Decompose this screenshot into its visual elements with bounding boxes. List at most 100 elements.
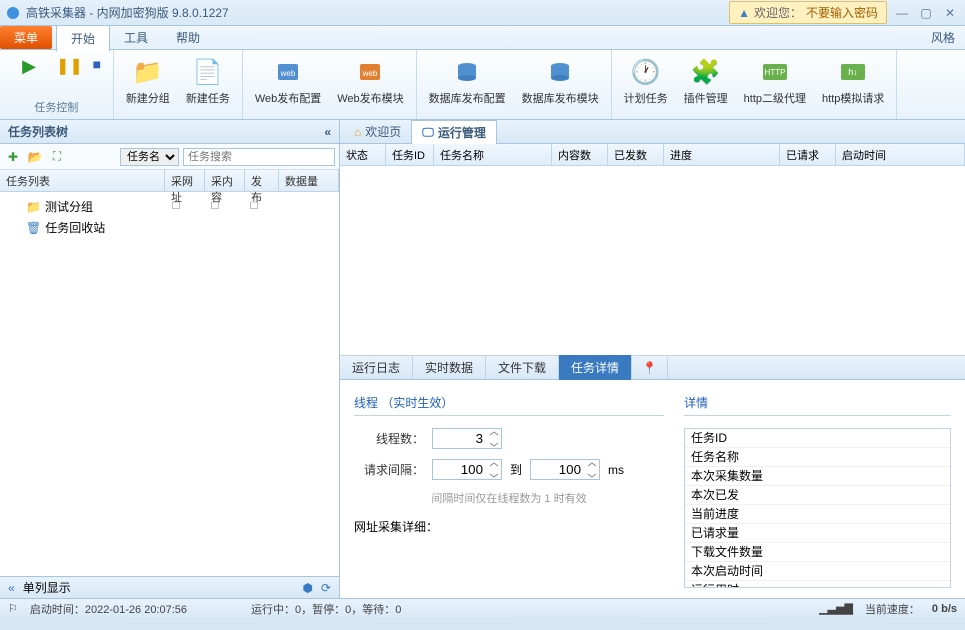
- task-tree-toolbar: ✚ 📂 ⛶ 任务名: [0, 144, 339, 170]
- main-area: 任务列表树 « ✚ 📂 ⛶ 任务名 任务列表 采网址 采内容 发布 数据量 📁 …: [0, 120, 965, 598]
- app-icon: [6, 6, 20, 20]
- collapse-left-icon[interactable]: «: [324, 125, 331, 139]
- interval-to-input[interactable]: [530, 459, 600, 480]
- check-content[interactable]: ☐: [195, 201, 235, 212]
- col-collect-content[interactable]: 采内容: [205, 170, 245, 191]
- info-row: 本次启动时间: [685, 562, 950, 581]
- task-tree-header: 任务列表树 «: [0, 120, 339, 144]
- db-publish-module-button[interactable]: 数据库发布模块: [516, 54, 605, 108]
- col-sent-count[interactable]: 已发数量: [608, 144, 664, 165]
- stop-button[interactable]: ■: [87, 54, 107, 79]
- col-content-count[interactable]: 内容数量: [552, 144, 608, 165]
- bottom-tabs: 运行日志 实时数据 文件下载 任务详情 📍: [340, 356, 965, 380]
- col-tasklist[interactable]: 任务列表: [0, 170, 165, 191]
- interval-from-input[interactable]: [432, 459, 502, 480]
- plugin-manage-button[interactable]: 🧩插件管理: [678, 54, 734, 108]
- tab-file-download[interactable]: 文件下载: [486, 355, 559, 380]
- col-collect-url[interactable]: 采网址: [165, 170, 205, 191]
- tab-realtime-data[interactable]: 实时数据: [413, 355, 486, 380]
- db-config-icon: [451, 56, 483, 88]
- tab-tools[interactable]: 工具: [110, 25, 162, 50]
- info-row: 已请求量: [685, 524, 950, 543]
- thread-count-label: 线程数：: [354, 430, 424, 447]
- task-control-label: 任务控制: [34, 99, 78, 115]
- interval-unit: ms: [608, 463, 624, 477]
- welcome-badge[interactable]: ▲ 欢迎您： 不要输入密码: [729, 1, 887, 24]
- tab-welcome[interactable]: ⌂ 欢迎页: [344, 120, 411, 143]
- flag-icon: ⚐: [8, 602, 18, 615]
- new-group-button[interactable]: 📁新建分组: [120, 54, 176, 108]
- web-publish-config-button[interactable]: webWeb发布配置: [249, 54, 327, 108]
- check-publish[interactable]: ☐: [239, 201, 269, 212]
- web-publish-module-button[interactable]: webWeb发布模块: [331, 54, 409, 108]
- col-publish[interactable]: 发布: [245, 170, 279, 191]
- http-proxy-button[interactable]: HTTPhttp二级代理: [738, 54, 812, 108]
- clock-icon: 🕐: [630, 56, 662, 88]
- add-icon[interactable]: ✚: [4, 148, 22, 166]
- speed-value: 0 b/s: [932, 603, 957, 615]
- col-requested[interactable]: 已请求量: [780, 144, 836, 165]
- svg-text:HTTP: HTTP: [764, 68, 785, 77]
- welcome-prefix: 欢迎您：: [754, 4, 802, 21]
- new-task-button[interactable]: 📄新建任务: [180, 54, 236, 108]
- folder-icon: 📁: [26, 200, 41, 214]
- col-start-time[interactable]: 启动时间: [836, 144, 965, 165]
- http-sim-icon: h↓: [837, 56, 869, 88]
- tab-help[interactable]: 帮助: [162, 25, 214, 50]
- signal-icon: ▁▃▅▇: [819, 602, 853, 615]
- tab-location[interactable]: 📍: [632, 357, 668, 379]
- refresh-icon[interactable]: ⟳: [321, 581, 331, 595]
- close-button[interactable]: ✕: [941, 5, 959, 21]
- http-icon: HTTP: [759, 56, 791, 88]
- tab-start[interactable]: 开始: [56, 25, 110, 52]
- menu-button[interactable]: 菜单: [0, 26, 52, 49]
- single-column-label[interactable]: 单列显示: [23, 579, 71, 596]
- launch-time: 2022-01-26 20:07:56: [85, 604, 187, 616]
- info-title: 详情: [684, 394, 951, 416]
- tab-task-detail[interactable]: 任务详情: [559, 355, 632, 380]
- menubar: 菜单 开始 工具 帮助 风格: [0, 26, 965, 50]
- play-button[interactable]: ▶: [6, 54, 52, 79]
- col-data-count[interactable]: 数据量: [279, 170, 339, 191]
- sitemap-icon[interactable]: ⬢: [302, 581, 312, 595]
- home-icon: ⌂: [354, 125, 361, 139]
- ribbon: ▶ ❚❚ ■ 任务控制 📁新建分组 📄新建任务 webWeb发布配置 webWe…: [0, 50, 965, 120]
- file-icon: 📄: [192, 56, 224, 88]
- tree-label: 任务回收站: [45, 219, 105, 236]
- col-taskid[interactable]: 任务ID: [386, 144, 434, 165]
- tab-run-log[interactable]: 运行日志: [340, 355, 413, 380]
- col-progress[interactable]: 进度: [664, 144, 780, 165]
- info-list[interactable]: 任务ID 任务名称 本次采集数量 本次已发 当前进度 已请求量 下载文件数量 本…: [684, 428, 951, 588]
- url-collect-detail-label: 网址采集详细：: [354, 518, 664, 535]
- tree-item-recycle[interactable]: 🗑 任务回收站: [4, 217, 335, 238]
- collapse-icon[interactable]: «: [8, 581, 15, 595]
- col-taskname[interactable]: 任务名称: [434, 144, 552, 165]
- trash-icon: 🗑: [26, 221, 41, 235]
- db-publish-config-button[interactable]: 数据库发布配置: [423, 54, 512, 108]
- run-grid-body[interactable]: [340, 166, 965, 356]
- open-folder-icon[interactable]: 📂: [26, 148, 44, 166]
- task-tree: 📁 测试分组 ☐ ☐ ☐ 🗑 任务回收站: [0, 192, 339, 576]
- minimize-button[interactable]: —: [893, 5, 911, 21]
- tree-label: 测试分组: [45, 198, 157, 215]
- tab-run-manage[interactable]: 🖵 运行管理: [411, 120, 497, 145]
- content-tabs: ⌂ 欢迎页 🖵 运行管理: [340, 120, 965, 144]
- welcome-text: 不要输入密码: [806, 4, 878, 21]
- interval-to-label: 到: [510, 461, 522, 478]
- info-row: 任务名称: [685, 448, 950, 467]
- task-tree-title: 任务列表树: [8, 123, 68, 140]
- col-status[interactable]: 状态: [340, 144, 386, 165]
- scheduled-task-button[interactable]: 🕐计划任务: [618, 54, 674, 108]
- thread-count-input[interactable]: [432, 428, 502, 449]
- tree-item-test-group[interactable]: 📁 测试分组 ☐ ☐ ☐: [4, 196, 335, 217]
- style-button[interactable]: 风格: [931, 29, 955, 46]
- maximize-button[interactable]: ▢: [917, 5, 935, 21]
- monitor-icon: 🖵: [422, 125, 434, 140]
- check-url[interactable]: ☐: [161, 201, 191, 212]
- filter-select[interactable]: 任务名: [120, 148, 179, 166]
- expand-icon[interactable]: ⛶: [48, 148, 66, 166]
- pause-button[interactable]: ❚❚: [54, 54, 85, 79]
- search-input[interactable]: [183, 148, 335, 166]
- titlebar: 高铁采集器 - 内网加密狗版 9.8.0.1227 ▲ 欢迎您： 不要输入密码 …: [0, 0, 965, 26]
- http-simulate-button[interactable]: h↓http模拟请求: [816, 54, 890, 108]
